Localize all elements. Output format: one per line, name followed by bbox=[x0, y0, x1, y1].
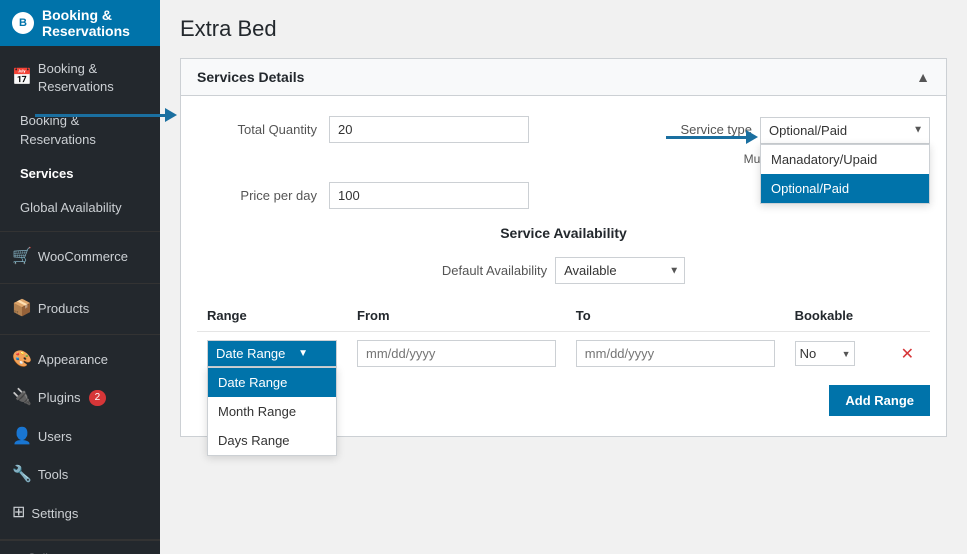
page-title: Extra Bed bbox=[180, 16, 947, 42]
total-quantity-row: Total Quantity bbox=[197, 116, 529, 143]
sidebar-item-users[interactable]: 👤 Users bbox=[0, 418, 160, 456]
sidebar-item-booking-reservations-top[interactable]: 📅 Booking &Reservations bbox=[0, 52, 160, 104]
main-content: Extra Bed Services Details ▲ Total Quant… bbox=[160, 0, 967, 554]
sidebar-item-appearance[interactable]: 🎨 Appearance bbox=[0, 341, 160, 379]
calendar-icon: 📅 bbox=[12, 67, 32, 89]
sidebar-item-label: Appearance bbox=[38, 351, 108, 369]
table-row: Date Range ▼ Date Range Month Range bbox=[197, 332, 930, 376]
appearance-icon: 🎨 bbox=[12, 349, 32, 371]
price-per-day-label: Price per day bbox=[197, 188, 317, 203]
right-fields: Service type Optional/Paid ▼ Manadatory/… bbox=[680, 116, 930, 166]
range-dropdown-wrapper: Date Range ▼ Date Range Month Range bbox=[207, 340, 337, 367]
range-dropdown-menu: Date Range Month Range Days Range bbox=[207, 367, 337, 456]
service-type-value: Optional/Paid bbox=[769, 123, 847, 138]
sidebar-item-label: Global Availability bbox=[20, 199, 122, 217]
total-quantity-label: Total Quantity bbox=[197, 122, 317, 137]
service-type-row: Service type Optional/Paid ▼ Manadatory/… bbox=[680, 116, 930, 144]
left-fields: Total Quantity bbox=[197, 116, 529, 159]
card-header-title: Services Details bbox=[197, 69, 304, 85]
sidebar-logo-text: Booking & Reservations bbox=[42, 7, 130, 39]
sidebar-section-booking-top: 📅 Booking &Reservations Booking & Reserv… bbox=[0, 46, 160, 232]
default-availability-row: Default Availability Available Not Avail… bbox=[197, 257, 930, 284]
chevron-up-icon[interactable]: ▲ bbox=[916, 69, 930, 85]
sidebar-item-tools[interactable]: 🔧 Tools bbox=[0, 456, 160, 494]
availability-title: Service Availability bbox=[197, 225, 930, 241]
sidebar-item-label: WooCommerce bbox=[38, 248, 128, 266]
sidebar-item-label: Tools bbox=[38, 466, 68, 484]
bookable-select[interactable]: No Yes bbox=[795, 341, 855, 366]
tools-icon: 🔧 bbox=[12, 464, 32, 486]
default-availability-wrapper: Available Not Available ▼ bbox=[555, 257, 685, 284]
bookable-cell: No Yes ▼ bbox=[785, 332, 885, 376]
sidebar-item-products[interactable]: 📦 Products bbox=[0, 290, 160, 328]
range-select-display[interactable]: Date Range ▼ bbox=[207, 340, 337, 367]
plugins-icon: 🔌 bbox=[12, 387, 32, 409]
service-type-dropdown-menu: Manadatory/Upaid Optional/Paid bbox=[760, 144, 930, 204]
sidebar-item-label: Products bbox=[38, 300, 89, 318]
default-availability-select[interactable]: Available Not Available bbox=[555, 257, 685, 284]
sidebar-section-lower: 🎨 Appearance 🔌 Plugins 2 👤 Users 🔧 Tools… bbox=[0, 335, 160, 540]
service-type-arrow-icon: ▼ bbox=[913, 125, 923, 136]
range-select-value: Date Range bbox=[216, 346, 285, 361]
collapse-menu-button[interactable]: ◀ Collapse menu bbox=[0, 540, 160, 554]
woo-icon: 🛒 bbox=[12, 246, 32, 268]
sidebar-item-label: Booking & Reservations bbox=[20, 112, 148, 148]
add-range-button[interactable]: Add Range bbox=[829, 385, 930, 416]
sidebar-item-label: Users bbox=[38, 428, 72, 446]
sidebar-section-products: 📦 Products bbox=[0, 284, 160, 335]
service-type-dropdown-wrapper: Optional/Paid ▼ Manadatory/Upaid Optiona… bbox=[760, 117, 930, 144]
price-per-day-input[interactable] bbox=[329, 182, 529, 209]
service-option-optional[interactable]: Optional/Paid bbox=[761, 174, 929, 203]
range-cell: Date Range ▼ Date Range Month Range bbox=[197, 332, 347, 376]
delete-row-button[interactable]: ✕ bbox=[895, 342, 920, 366]
action-header bbox=[885, 300, 930, 332]
from-header: From bbox=[347, 300, 566, 332]
bookable-wrapper: No Yes ▼ bbox=[795, 341, 855, 366]
service-type-label: Service type bbox=[680, 116, 752, 144]
range-table: Range From To Bookable D bbox=[197, 300, 930, 375]
sidebar-item-booking-reservations[interactable]: Booking & Reservations bbox=[0, 104, 160, 156]
sidebar-item-plugins[interactable]: 🔌 Plugins 2 bbox=[0, 379, 160, 417]
bookable-header: Bookable bbox=[785, 300, 885, 332]
to-input[interactable] bbox=[576, 340, 775, 367]
availability-section: Service Availability Default Availabilit… bbox=[197, 225, 930, 416]
services-details-card: Services Details ▲ Total Quantity Servic… bbox=[180, 58, 947, 437]
service-type-select[interactable]: Optional/Paid ▼ bbox=[760, 117, 930, 144]
users-icon: 👤 bbox=[12, 426, 32, 448]
range-header: Range bbox=[197, 300, 347, 332]
card-body: Total Quantity Service type Optional/Pai… bbox=[181, 96, 946, 436]
plugins-badge: 2 bbox=[89, 390, 107, 406]
range-option-date[interactable]: Date Range bbox=[208, 368, 336, 397]
sidebar-item-settings[interactable]: ⊞ Settings bbox=[0, 494, 160, 532]
sidebar-item-label: Plugins bbox=[38, 389, 81, 407]
from-input[interactable] bbox=[357, 340, 556, 367]
products-icon: 📦 bbox=[12, 298, 32, 320]
delete-cell: ✕ bbox=[885, 332, 930, 376]
sidebar-section-woo: 🛒 WooCommerce bbox=[0, 232, 160, 283]
range-option-days[interactable]: Days Range bbox=[208, 426, 336, 455]
sidebar-item-services[interactable]: Services bbox=[0, 157, 160, 191]
sidebar-logo[interactable]: B Booking & Reservations bbox=[0, 0, 160, 46]
range-dropdown-arrow-icon: ▼ bbox=[298, 348, 308, 359]
card-header: Services Details ▲ bbox=[181, 59, 946, 96]
service-option-mandatory[interactable]: Manadatory/Upaid bbox=[761, 145, 929, 174]
range-option-month[interactable]: Month Range bbox=[208, 397, 336, 426]
default-availability-label: Default Availability bbox=[442, 263, 547, 278]
to-cell bbox=[566, 332, 785, 376]
settings-icon: ⊞ bbox=[12, 502, 25, 524]
from-cell bbox=[347, 332, 566, 376]
top-row-fields: Total Quantity Service type Optional/Pai… bbox=[197, 116, 930, 166]
to-header: To bbox=[566, 300, 785, 332]
sidebar-item-woocommerce[interactable]: 🛒 WooCommerce bbox=[0, 238, 160, 276]
sidebar-item-label: Settings bbox=[31, 505, 78, 523]
sidebar-item-label: Services bbox=[20, 165, 74, 183]
total-quantity-input[interactable] bbox=[329, 116, 529, 143]
sidebar-item-label: Booking &Reservations bbox=[38, 60, 114, 96]
sidebar: B Booking & Reservations 📅 Booking &Rese… bbox=[0, 0, 160, 554]
sidebar-item-global-availability[interactable]: Global Availability bbox=[0, 191, 160, 225]
sidebar-logo-icon: B bbox=[12, 12, 34, 34]
